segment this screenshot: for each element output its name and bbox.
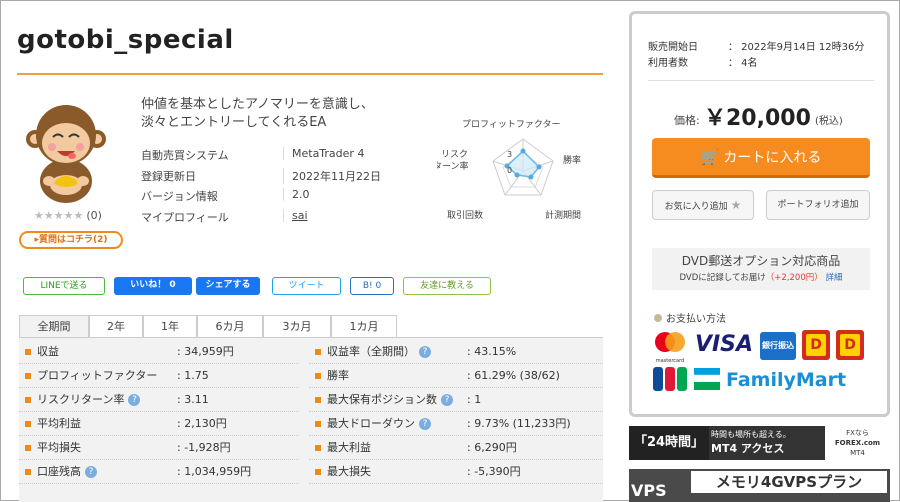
stat-win-rate: 勝率: 61.29% (38/62) xyxy=(309,364,603,388)
radar-label-period: 計測期間 xyxy=(545,209,581,221)
line-share-button[interactable]: LINEで送る xyxy=(23,277,105,295)
tweet-button[interactable]: ツイート xyxy=(272,277,341,295)
help-icon[interactable]: ? xyxy=(128,394,141,406)
radar-tick-0: 0 xyxy=(507,166,512,175)
radar-label-winrate: 勝率 xyxy=(563,154,581,166)
tab-1-year[interactable]: 1年 xyxy=(143,315,197,337)
stat-profit-factor: プロフィットファクター: 1.75 xyxy=(19,364,299,388)
tab-1-month[interactable]: 1カ月 xyxy=(331,315,397,337)
question-button[interactable]: ▸質問はコチラ(2) xyxy=(19,231,123,249)
tell-friend-button[interactable]: 友達に教える xyxy=(403,277,491,295)
stat-return-rate: 収益率（全期間）?: 43.15% xyxy=(309,340,603,364)
rating-stars: ★★★★★ (0) xyxy=(34,209,102,222)
dvd-detail-link[interactable]: 詳細 xyxy=(825,273,842,283)
familymart-logo: FamilyMart xyxy=(726,369,847,391)
radar-label-risk-2: ターン率 xyxy=(437,160,469,172)
stat-max-positions: 最大保有ポジション数?: 1 xyxy=(309,388,603,412)
radar-tick-3: 3 xyxy=(507,150,512,159)
radar-label-pf: プロフィットファクター xyxy=(462,119,560,130)
stat-avg-loss: 平均損失: -1,928円 xyxy=(19,436,299,460)
stat-balance: 口座残高?: 1,034,959円 xyxy=(19,460,299,484)
hatena-bookmark-button[interactable]: B! 0 xyxy=(350,277,394,295)
info-row-updated: 登録更新日 2022年11月22日 xyxy=(141,168,381,184)
purchase-sidebar: 販売開始日： 2022年9月14日 12時36分 利用者数： 4名 価格: ￥2… xyxy=(629,11,890,417)
facebook-share-button[interactable]: シェアする xyxy=(196,277,260,295)
tab-all-period[interactable]: 全期間 xyxy=(19,315,89,337)
visa-logo: VISA xyxy=(694,332,754,357)
title-divider xyxy=(17,73,603,75)
dvd-option-box: DVD郵送オプション対応商品 DVDに記録してお届け（+2,200円） 詳細 xyxy=(652,248,870,290)
tab-2-years[interactable]: 2年 xyxy=(89,315,143,337)
sale-start: 販売開始日： 2022年9月14日 12時36分 xyxy=(648,42,865,53)
bank-transfer-logo: 銀行振込 xyxy=(760,332,796,360)
radar-label-risk-1: リスク xyxy=(441,149,468,160)
tab-3-months[interactable]: 3カ月 xyxy=(263,315,331,337)
user-count: 利用者数： 4名 xyxy=(648,58,758,69)
dy-payment-logo: D xyxy=(802,330,830,360)
info-row-profile: マイプロフィール sai xyxy=(141,209,308,224)
daily-payment-logo: D xyxy=(836,330,864,360)
mt4-access-banner[interactable]: 「24時間」 時間も場所も超える。 MT4 アクセス FXなら FOREX.co… xyxy=(629,426,890,460)
stat-profit: 収益: 34,959円 xyxy=(19,340,299,364)
help-icon[interactable]: ? xyxy=(441,394,453,406)
add-favorite-button[interactable]: お気に入り追加 ★ xyxy=(652,190,754,220)
price-value: ￥20,000 xyxy=(704,106,811,131)
tab-6-months[interactable]: 6カ月 xyxy=(197,315,263,337)
vps-plan-banner[interactable]: VPS メモリ4GVPSプラン xyxy=(629,469,890,502)
stat-risk-return: リスクリターン率?: 3.11 xyxy=(19,388,299,412)
jcb-logo xyxy=(652,366,688,392)
tax-note: (税込) xyxy=(815,116,843,127)
rating-count: (0) xyxy=(86,209,102,222)
facebook-like-button[interactable]: いいね！ 0 xyxy=(114,277,192,295)
stat-max-profit: 最大利益: 6,290円 xyxy=(309,436,603,460)
add-portfolio-button[interactable]: ポートフォリオ追加 xyxy=(766,190,870,220)
cart-icon: 🛒 xyxy=(700,148,720,166)
price-label: 価格: xyxy=(674,114,700,127)
stat-avg-profit: 平均利益: 2,130円 xyxy=(19,412,299,436)
info-row-system: 自動売買システム MetaTrader 4 xyxy=(141,147,365,162)
radar-label-trades: 取引回数 xyxy=(447,209,483,221)
payment-heading: お支払い方法 xyxy=(654,310,726,325)
help-icon[interactable]: ? xyxy=(419,418,431,430)
radar-chart: 3 0 プロフィットファクター 勝率 計測期間 取引回数 リスク ターン率 xyxy=(437,119,581,221)
add-to-cart-button[interactable]: 🛒 カートに入れる xyxy=(652,138,870,178)
stats-panel: 収益: 34,959円 プロフィットファクター: 1.75 リスクリターン率?:… xyxy=(19,337,603,502)
profile-link[interactable]: sai xyxy=(292,209,308,222)
familymart-icon xyxy=(693,368,721,390)
stat-max-loss: 最大損失: -5,390円 xyxy=(309,460,603,484)
stat-max-drawdown: 最大ドローダウン?: 9.73% (11,233円) xyxy=(309,412,603,436)
monkey-mascot-image xyxy=(26,105,106,203)
help-icon[interactable]: ? xyxy=(419,346,431,358)
product-description: 仲値を基本としたアノマリーを意識し、 淡々とエントリーしてくれるEA xyxy=(141,97,374,130)
help-icon[interactable]: ? xyxy=(85,466,97,478)
page-title: gotobi_special xyxy=(17,25,234,55)
info-row-version: バージョン情報 2.0 xyxy=(141,188,310,203)
sidebar-divider xyxy=(648,80,874,81)
mastercard-logo: mastercard xyxy=(652,330,688,364)
star-icon: ★ xyxy=(730,198,742,212)
